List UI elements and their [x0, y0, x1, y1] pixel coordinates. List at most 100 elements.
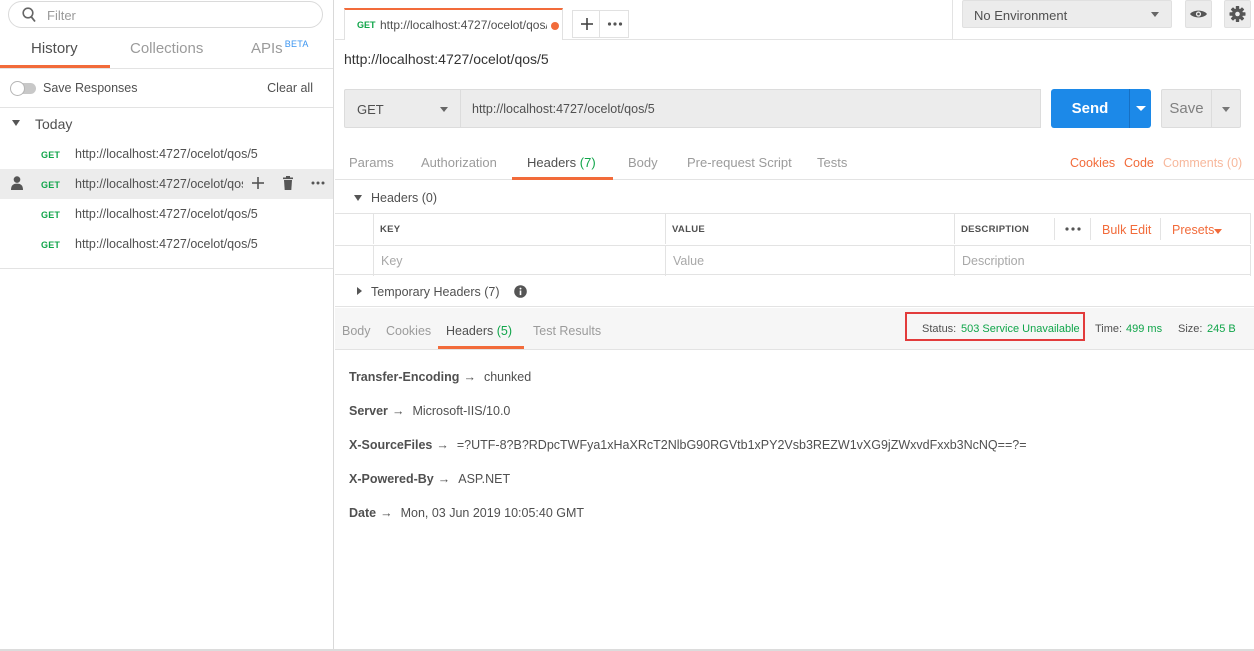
tab-prerequest-script[interactable]: Pre-request Script: [687, 155, 792, 170]
tab-params[interactable]: Params: [349, 155, 394, 170]
history-item-method: GET: [41, 150, 61, 160]
add-to-collection-icon[interactable]: [250, 175, 266, 191]
cookies-link[interactable]: Cookies: [1070, 156, 1115, 170]
history-group-today[interactable]: Today: [0, 108, 333, 138]
value-cell: [665, 246, 954, 276]
response-bar: Body Cookies Headers (5) Test Results St…: [335, 308, 1254, 350]
temporary-headers-toggle[interactable]: Temporary Headers (7): [335, 277, 1254, 307]
value-input[interactable]: [667, 247, 953, 275]
response-header-key: Server: [349, 404, 388, 418]
settings-button[interactable]: [1224, 0, 1251, 28]
info-icon[interactable]: [514, 285, 527, 298]
chevron-down-icon: [1136, 106, 1146, 111]
key-input[interactable]: [375, 247, 664, 275]
response-tab-headers[interactable]: Headers (5): [446, 324, 512, 338]
active-tab-indicator: [0, 65, 110, 68]
history-item[interactable]: GET http://localhost:4727/ocelot/qos/5: [0, 139, 333, 169]
method-select[interactable]: GET: [344, 89, 461, 128]
unsaved-dot-icon: [551, 22, 559, 30]
environment-select[interactable]: No Environment: [962, 0, 1172, 28]
tab-collections[interactable]: Collections: [130, 40, 203, 57]
request-tab[interactable]: GET http://localhost:4727/ocelot/qos/5: [344, 8, 563, 40]
toggle-knob: [10, 81, 25, 96]
response-header-key: Date: [349, 506, 377, 520]
headers-table: KEY VALUE DESCRIPTION Bulk Edit Presets: [335, 213, 1251, 276]
tab-authorization[interactable]: Authorization: [421, 155, 497, 170]
tab-headers-label: Headers: [527, 155, 577, 170]
tab-tests[interactable]: Tests: [817, 155, 847, 170]
response-header-key: X-Powered-By: [349, 472, 434, 486]
arrow-right-icon: →: [436, 438, 449, 452]
value-column-header: VALUE: [665, 214, 954, 244]
environment-label: No Environment: [974, 8, 1068, 23]
headers-section-label: Headers (0): [371, 191, 437, 205]
description-input[interactable]: [956, 247, 1249, 275]
time-value[interactable]: 499 ms: [1126, 323, 1162, 335]
environment-quick-look-button[interactable]: [1185, 0, 1212, 28]
tab-options-button[interactable]: [599, 10, 629, 38]
history-item[interactable]: GET http://localhost:4727/ocelot/qos/5: [0, 229, 333, 259]
divider: [1090, 218, 1091, 240]
more-options-icon: [607, 22, 623, 26]
plus-icon: [581, 18, 593, 30]
description-header: DESCRIPTION: [961, 224, 1030, 235]
divider: [952, 0, 953, 40]
size-value[interactable]: 245 B: [1207, 323, 1236, 335]
history-item-method: GET: [41, 180, 61, 190]
clear-all-button[interactable]: Clear all: [267, 81, 313, 95]
new-tab-button[interactable]: [572, 10, 600, 38]
temporary-headers-label: Temporary Headers (7): [371, 285, 500, 299]
response-tab-body[interactable]: Body: [342, 324, 371, 338]
key-column-header: KEY: [373, 214, 665, 244]
history-item-url: http://localhost:4727/ocelot/qos/5: [75, 237, 258, 251]
url-input[interactable]: [460, 89, 1041, 128]
request-title: http://localhost:4727/ocelot/qos/5: [344, 51, 549, 67]
chevron-down-icon: [1222, 107, 1230, 112]
response-tab-test-results[interactable]: Test Results: [533, 324, 601, 338]
caret-down-icon: [12, 120, 20, 126]
eye-icon: [1190, 10, 1207, 18]
save-button[interactable]: Save: [1161, 89, 1212, 128]
tab-body[interactable]: Body: [628, 155, 658, 170]
more-options-icon[interactable]: [1064, 222, 1082, 236]
response-header-row: X-Powered-By → ASP.NET: [349, 472, 510, 486]
history-item-method: GET: [41, 240, 61, 250]
presets-dropdown[interactable]: Presets: [1172, 223, 1214, 237]
filter-box[interactable]: [8, 1, 323, 28]
gear-icon: [1229, 6, 1246, 22]
status-value[interactable]: 503 Service Unavailable: [961, 323, 1080, 335]
tab-headers[interactable]: Headers (7): [527, 155, 596, 170]
comments-link[interactable]: Comments (0): [1163, 156, 1242, 170]
tab-apis[interactable]: APIs BETA: [251, 39, 309, 57]
response-header-value: Microsoft-IIS/10.0: [412, 404, 511, 418]
save-responses-toggle[interactable]: [10, 81, 36, 96]
request-tab-bar: GET http://localhost:4727/ocelot/qos/5 N…: [335, 0, 1254, 40]
request-tab-method: GET: [357, 20, 376, 30]
tab-apis-label: APIs: [251, 40, 283, 57]
response-header-row: Date → Mon, 03 Jun 2019 10:05:40 GMT: [349, 506, 584, 520]
history-item-method: GET: [41, 210, 61, 220]
active-tab-indicator: [438, 346, 524, 349]
tab-headers-count: (7): [579, 155, 596, 170]
save-options-button[interactable]: [1211, 89, 1241, 128]
code-link[interactable]: Code: [1124, 156, 1154, 170]
send-button[interactable]: Send: [1051, 89, 1129, 128]
time-label: Time:: [1095, 323, 1123, 335]
filter-input[interactable]: [47, 6, 307, 24]
send-options-button[interactable]: [1129, 89, 1151, 128]
sidebar-tabs: History Collections APIs BETA: [0, 36, 333, 69]
arrow-right-icon: →: [437, 472, 451, 486]
request-config-tabs: Params Authorization Headers (7) Body Pr…: [335, 147, 1254, 180]
headers-section-toggle[interactable]: Headers (0): [335, 181, 1254, 213]
arrow-right-icon: →: [391, 404, 405, 418]
tab-history[interactable]: History: [31, 40, 78, 57]
bulk-edit-link[interactable]: Bulk Edit: [1102, 223, 1151, 237]
history-item[interactable]: GET http://localhost:4727/ocelot/qos/5: [0, 169, 333, 199]
response-tab-cookies[interactable]: Cookies: [386, 324, 431, 338]
trash-icon[interactable]: [280, 175, 296, 191]
headers-table-row: [335, 245, 1251, 276]
history-item[interactable]: GET http://localhost:4727/ocelot/qos/5: [0, 199, 333, 229]
main-panel: GET http://localhost:4727/ocelot/qos/5 N…: [335, 0, 1254, 651]
response-header-value: Mon, 03 Jun 2019 10:05:40 GMT: [400, 506, 585, 520]
more-options-icon[interactable]: [310, 175, 326, 191]
